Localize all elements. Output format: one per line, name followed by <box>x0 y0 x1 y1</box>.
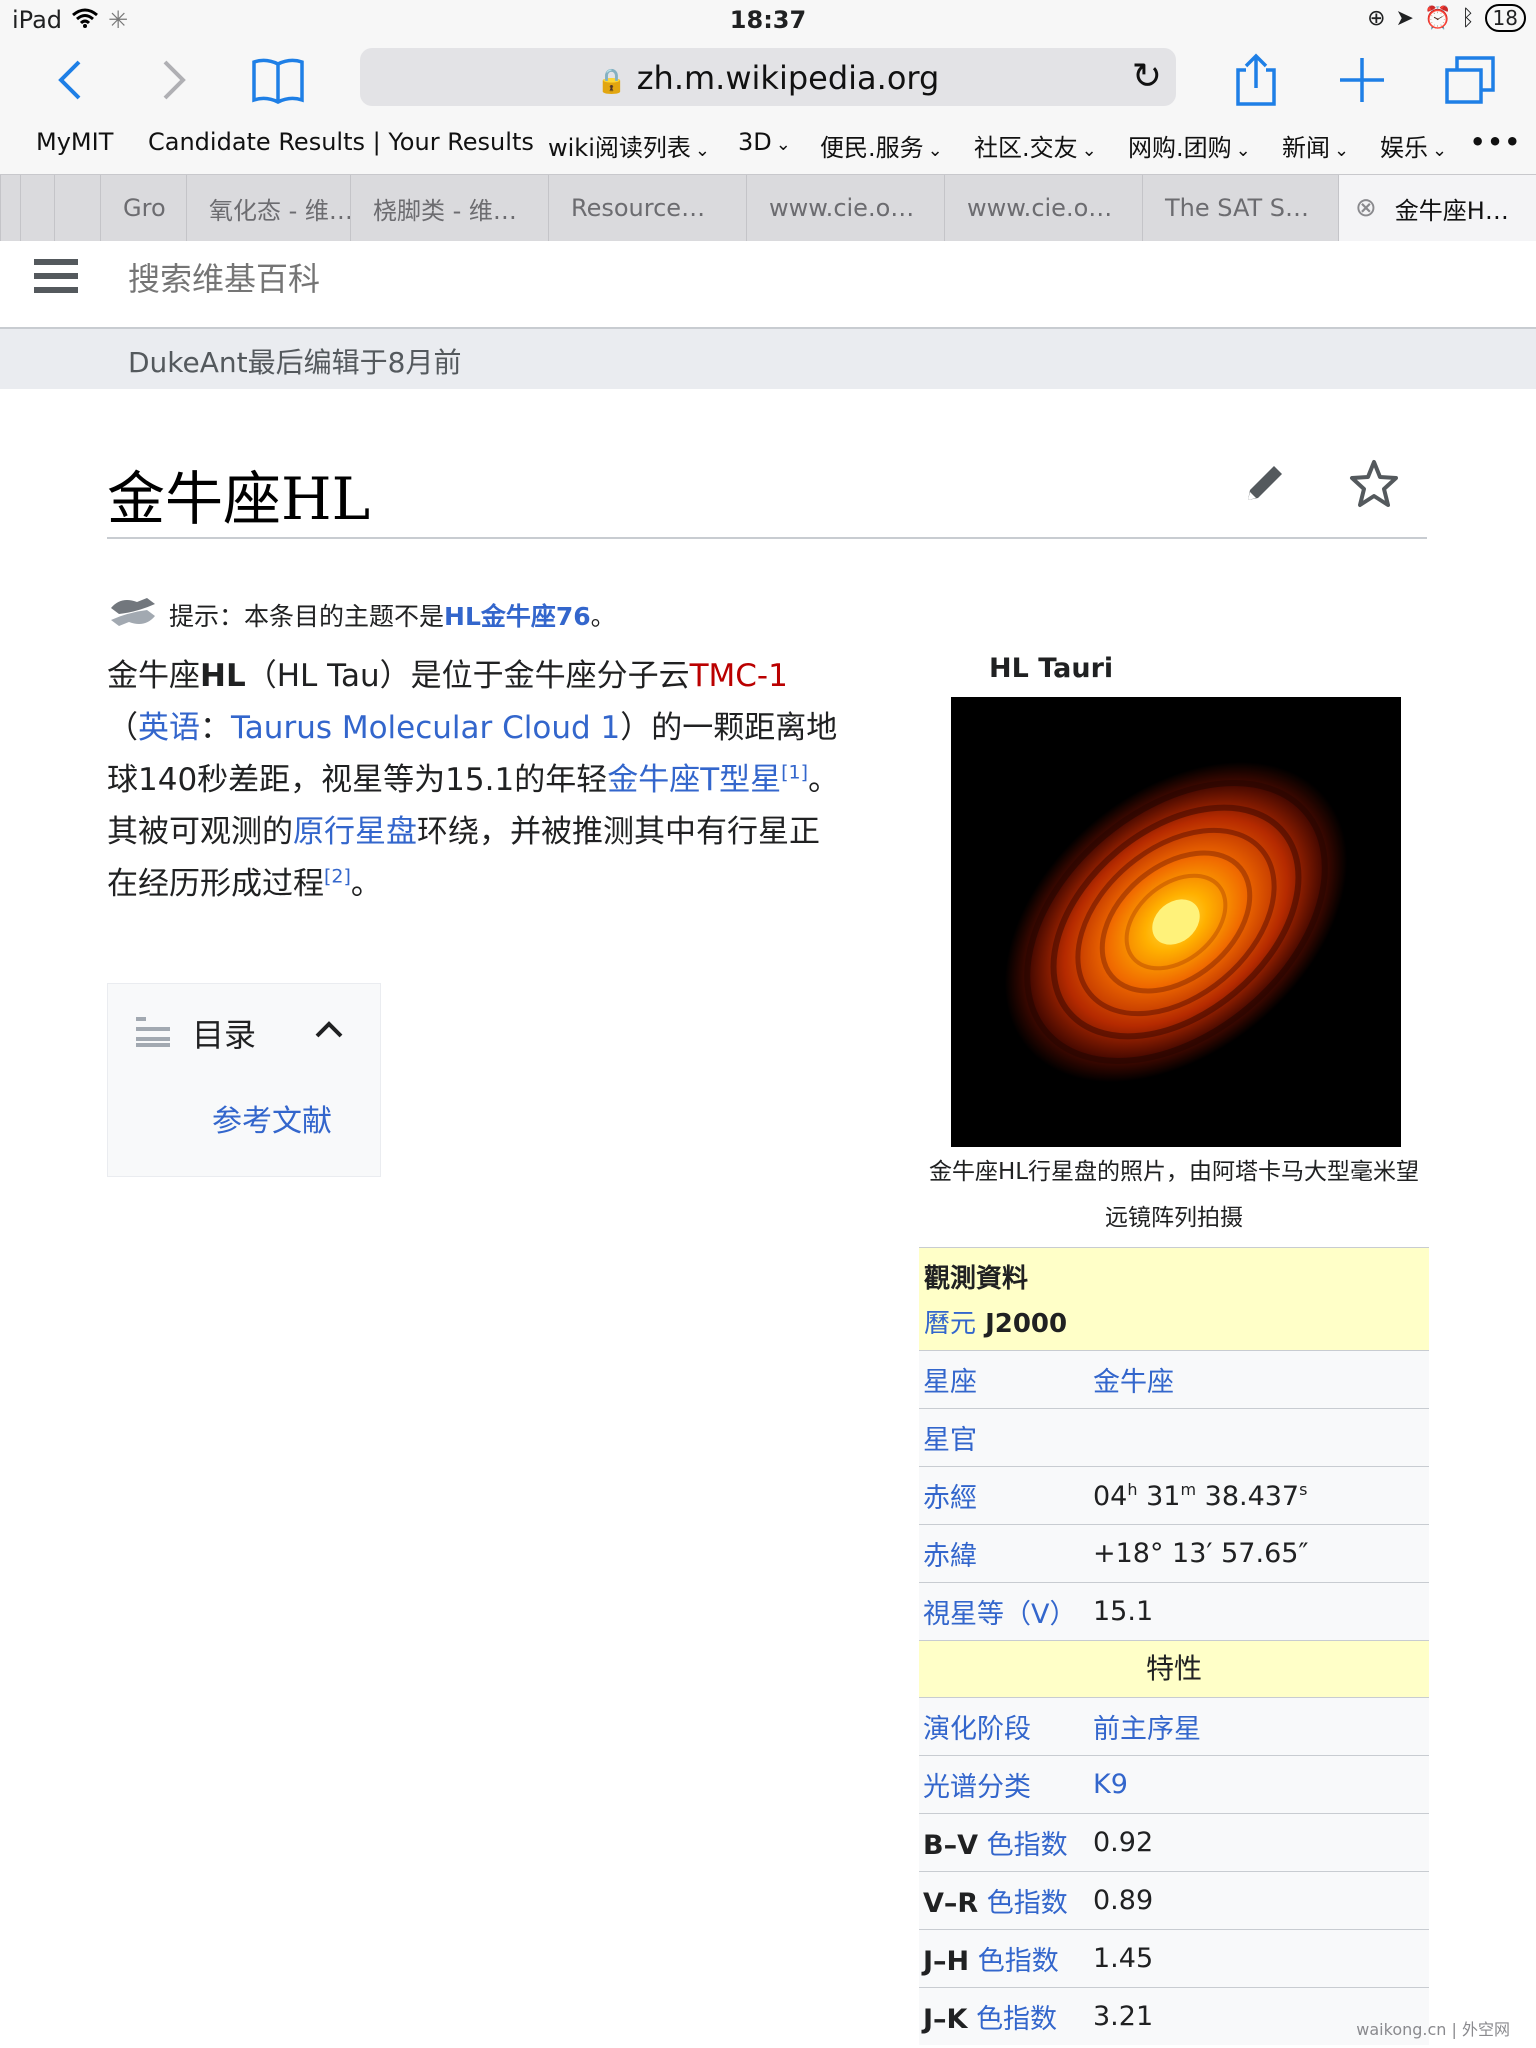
last-edited-bar[interactable]: DukeAnt最后编辑于8月前 <box>0 329 1536 389</box>
clock: 18:37 <box>729 6 807 34</box>
infobox-row-vr-index: V–R 色指数 0.89 <box>919 1871 1429 1929</box>
bluetooth-icon: ᛒ <box>1461 5 1475 31</box>
chevron-down-icon: ⌄ <box>694 140 710 161</box>
chevron-down-icon: ⌄ <box>1432 140 1448 161</box>
bookmark-folder-entertainment[interactable]: 娱乐 ⌄ <box>1380 128 1447 163</box>
infobox-row-apparent-magnitude: 視星等（V） 15.1 <box>919 1582 1429 1640</box>
infobox-row-spectral-type: 光谱分类 K9 <box>919 1755 1429 1813</box>
toc-item-references[interactable]: 参考文献 <box>212 1096 332 1140</box>
infobox-row-asterism: 星官 <box>919 1408 1429 1466</box>
share-button[interactable] <box>1226 50 1286 110</box>
link-t-tauri-star[interactable]: 金牛座T型星 <box>607 762 781 798</box>
link-tmc1[interactable]: TMC-1 <box>690 658 788 694</box>
forward-button[interactable] <box>144 50 204 110</box>
toc-title: 目录 <box>192 1016 257 1054</box>
link-taurus-molecular-cloud[interactable]: Taurus Molecular Cloud 1 <box>231 710 620 746</box>
infobox-row-jk-index: J–K 色指数 3.21 <box>919 1987 1429 2045</box>
address-bar[interactable]: 🔒 zh.m.wikipedia.org ↻ <box>360 48 1176 106</box>
bookmarks-button[interactable] <box>248 50 308 110</box>
reload-icon[interactable]: ↻ <box>1132 56 1162 97</box>
close-tab-icon[interactable]: ⊗ <box>1355 193 1377 223</box>
favorites-bar: MyMIT Candidate Results | Your Results w… <box>0 118 1536 174</box>
bookmark-folder-services[interactable]: 便民.服务 ⌄ <box>820 128 943 163</box>
tab-cie-1[interactable]: www.cie.o… <box>746 175 944 241</box>
chevron-down-icon: ⌄ <box>1235 140 1251 161</box>
bookmark-folder-news[interactable]: 新闻 ⌄ <box>1282 128 1349 163</box>
link-protoplanetary-disk[interactable]: 原行星盘 <box>293 814 417 850</box>
address-text: 🔒 zh.m.wikipedia.org <box>596 59 940 97</box>
back-button[interactable] <box>40 50 100 110</box>
chevron-down-icon: ⌄ <box>1081 140 1097 161</box>
right-ascension-value: 04h 31m 38.437s <box>1093 1479 1308 1512</box>
chevron-down-icon: ⌄ <box>927 140 943 161</box>
characteristics-header: 特性 <box>919 1640 1429 1697</box>
menu-icon[interactable] <box>34 259 78 303</box>
infobox-row-bv-index: B–V 色指数 0.92 <box>919 1813 1429 1871</box>
browser-toolbar: 🔒 zh.m.wikipedia.org ↻ <box>0 42 1536 118</box>
link-english[interactable]: 英语 <box>138 710 200 746</box>
hatnote-text: 提示：本条目的主题不是 <box>169 602 445 631</box>
observation-data-header: 觀測資料 曆元 J2000 <box>919 1247 1429 1350</box>
tab-stacked[interactable] <box>0 175 20 241</box>
hatnote: 提示：本条目的主题不是HL金牛座76。 <box>107 590 616 640</box>
alarm-icon: ⏰ <box>1423 5 1452 31</box>
new-tab-button[interactable] <box>1332 50 1392 110</box>
tab-stacked[interactable] <box>20 175 54 241</box>
table-of-contents: 目录 参考文献 <box>107 983 381 1177</box>
chevron-up-icon[interactable] <box>314 1012 344 1047</box>
tab-stacked[interactable] <box>54 175 100 241</box>
tab-sat[interactable]: The SAT S… <box>1142 175 1338 241</box>
bookmark-folder-social[interactable]: 社区.交友 ⌄ <box>974 128 1097 163</box>
reference-1[interactable]: [1] <box>781 762 808 784</box>
lock-icon: 🔒 <box>596 67 627 95</box>
orientation-lock-icon: ⊕ <box>1367 5 1386 31</box>
infobox: HL Tauri 金牛座HL行星盘的照片，由阿塔卡马大型毫米望远镜阵列拍摄 觀測… <box>919 645 1429 2045</box>
infobox-row-right-ascension: 赤經 04h 31m 38.437s <box>919 1466 1429 1524</box>
tab-bar: Gro 氧化态 - 维… 桡脚类 - 维… Resource… www.cie.… <box>0 174 1536 242</box>
link-epoch[interactable]: 曆元 <box>924 1309 976 1339</box>
image-caption: 金牛座HL行星盘的照片，由阿塔卡马大型毫米望远镜阵列拍摄 <box>928 1159 1420 1231</box>
hatnote-link[interactable]: HL金牛座76 <box>444 602 591 631</box>
search-input[interactable] <box>126 259 730 299</box>
edit-icon[interactable] <box>1240 458 1290 508</box>
chevron-down-icon: ⌄ <box>775 134 791 155</box>
watermark: waikong.cn | 外空网 <box>1356 2020 1510 2039</box>
tab-cie-2[interactable]: www.cie.o… <box>944 175 1142 241</box>
title-divider <box>107 537 1427 539</box>
infobox-row-constellation: 星座 金牛座 <box>919 1350 1429 1408</box>
bookmark-candidate-results[interactable]: Candidate Results | Your Results <box>148 128 534 156</box>
status-bar: iPad ✳ 18:37 ⊕ ➤ ⏰ ᛒ 18 <box>0 0 1536 42</box>
watch-star-icon[interactable] <box>1348 458 1400 510</box>
toc-icon <box>136 1015 170 1051</box>
tabs-overview-button[interactable] <box>1440 50 1500 110</box>
battery-indicator: 18 <box>1484 4 1526 32</box>
page-title: 金牛座HL <box>107 465 371 533</box>
infobox-row-declination: 赤緯 +18° 13′ 57.65″ <box>919 1524 1429 1582</box>
lead-paragraph: 金牛座HL（HL Tau）是位于金牛座分子云TMC-1（英语：Taurus Mo… <box>107 658 840 902</box>
infobox-title: HL Tauri <box>989 653 1114 684</box>
tab-oxidation[interactable]: 氧化态 - 维… <box>186 175 350 241</box>
tab-resource[interactable]: Resource… <box>548 175 746 241</box>
bookmark-folder-3d[interactable]: 3D ⌄ <box>738 128 791 156</box>
location-icon: ➤ <box>1395 5 1414 31</box>
tab-copepod[interactable]: 桡脚类 - 维… <box>350 175 548 241</box>
disambiguation-icon <box>107 590 159 640</box>
bookmark-folder-wiki[interactable]: wiki阅读列表 ⌄ <box>548 128 710 163</box>
bookmark-folder-shopping[interactable]: 网购.团购 ⌄ <box>1128 128 1251 163</box>
chevron-down-icon: ⌄ <box>1334 140 1350 161</box>
infobox-row-evolutionary-stage: 演化阶段 前主序星 <box>919 1697 1429 1755</box>
more-bookmarks-icon[interactable]: ••• <box>1470 128 1522 156</box>
tab-active-hl-tauri[interactable]: ⊗ 金牛座H… <box>1338 175 1536 241</box>
reference-2[interactable]: [2] <box>324 866 351 888</box>
bookmark-mymit[interactable]: MyMIT <box>36 128 113 156</box>
infobox-row-jh-index: J–H 色指数 1.45 <box>919 1929 1429 1987</box>
protoplanetary-disk-image[interactable] <box>951 697 1401 1147</box>
wiki-header <box>0 241 1536 329</box>
